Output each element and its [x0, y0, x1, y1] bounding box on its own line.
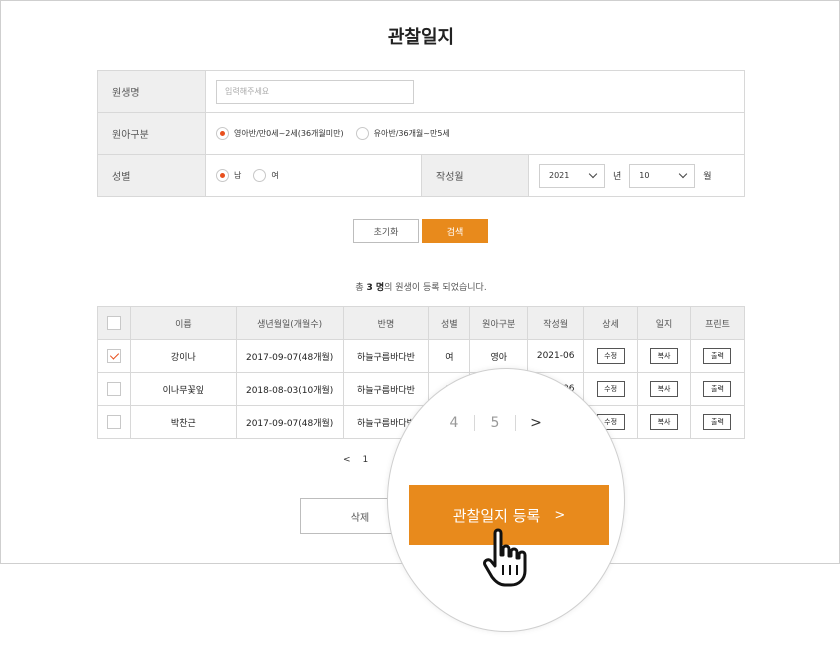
- radio-toddler[interactable]: 유아반/36개월~만5세: [355, 127, 450, 140]
- col-type: 원아구분: [469, 306, 529, 340]
- col-gender: 성별: [428, 306, 471, 340]
- year-select[interactable]: 2021: [539, 163, 605, 188]
- next-page-icon[interactable]: >: [516, 415, 556, 431]
- class-type-label: 원아구분: [98, 113, 206, 154]
- page-title: 관찰일지: [387, 27, 455, 48]
- page-current[interactable]: 1: [363, 455, 369, 465]
- radio-infant[interactable]: 영아반/만0세~2세(36개월미만): [216, 127, 344, 140]
- form-row-name: 원생명 입력해주세요: [97, 71, 745, 113]
- radio-dot-selected-icon: [216, 127, 229, 140]
- pointer-hand-icon: [483, 528, 527, 587]
- prev-page-icon[interactable]: <: [343, 455, 351, 465]
- form-row-gender-month: 성별 남 여 작성월 2021 년 10 월: [97, 155, 745, 197]
- year-unit: 년: [613, 172, 622, 182]
- page-4[interactable]: 4: [434, 415, 474, 431]
- search-button[interactable]: 검색: [422, 219, 488, 243]
- col-journal: 일지: [637, 306, 691, 340]
- col-name: 이름: [129, 306, 237, 340]
- name-label: 원생명: [98, 71, 206, 112]
- name-input[interactable]: 입력해주세요: [216, 79, 414, 104]
- copy-button[interactable]: 복사: [650, 348, 679, 364]
- month-select[interactable]: 10: [629, 163, 696, 188]
- month-label: 작성월: [421, 155, 529, 196]
- select-all-checkbox[interactable]: [106, 316, 121, 330]
- print-button[interactable]: 출력: [703, 414, 732, 430]
- copy-button[interactable]: 복사: [650, 381, 679, 397]
- magnifier-callout: 4 5 > 관찰일지 등록 >: [387, 368, 625, 632]
- col-detail: 상세: [583, 306, 639, 340]
- search-form: 원생명 입력해주세요 원아구분 영아반/만0세~2세(36개월미만) 유아반/3…: [97, 70, 745, 197]
- row-checkbox[interactable]: [106, 349, 121, 363]
- col-print: 프린트: [689, 306, 746, 340]
- page-5[interactable]: 5: [475, 415, 515, 431]
- radio-female[interactable]: 여: [253, 169, 279, 182]
- result-count: 총 3 명의 원생이 등록 되었습니다.: [355, 283, 487, 293]
- chevron-down-icon: [588, 169, 598, 179]
- edit-button[interactable]: 수정: [596, 381, 625, 397]
- print-button[interactable]: 출력: [703, 348, 732, 364]
- col-birth: 생년월일(개월수): [235, 306, 344, 340]
- radio-dot-selected-icon: [216, 169, 229, 182]
- col-class: 반명: [342, 306, 430, 340]
- radio-male[interactable]: 남: [216, 169, 241, 182]
- form-row-class-type: 원아구분 영아반/만0세~2세(36개월미만) 유아반/36개월~만5세: [97, 113, 745, 155]
- row-checkbox[interactable]: [106, 382, 121, 396]
- edit-button[interactable]: 수정: [596, 348, 625, 364]
- month-unit: 월: [703, 172, 712, 182]
- col-month: 작성월: [527, 306, 585, 340]
- print-button[interactable]: 출력: [703, 381, 732, 397]
- table-row: 강이나 2017-09-07(48개월) 하늘구름바다반 여 영아 2021-0…: [97, 339, 746, 373]
- table-row: 이나무꽃잎 2018-08-03(10개월) 하늘구름바다반 남 영아 2021…: [97, 372, 746, 406]
- gender-label: 성별: [98, 155, 206, 196]
- chevron-down-icon: [679, 169, 688, 179]
- chevron-right-icon: >: [554, 507, 566, 523]
- radio-dot-icon: [355, 127, 369, 140]
- row-checkbox[interactable]: [106, 415, 121, 429]
- radio-dot-icon: [253, 169, 267, 182]
- pagination: < 1: [337, 455, 374, 465]
- magnified-pagination: 4 5 >: [434, 415, 556, 431]
- copy-button[interactable]: 복사: [650, 414, 679, 430]
- reset-button[interactable]: 초기화: [353, 219, 419, 243]
- table-header: 이름 생년월일(개월수) 반명 성별 원아구분 작성월 상세 일지 프린트: [97, 306, 746, 340]
